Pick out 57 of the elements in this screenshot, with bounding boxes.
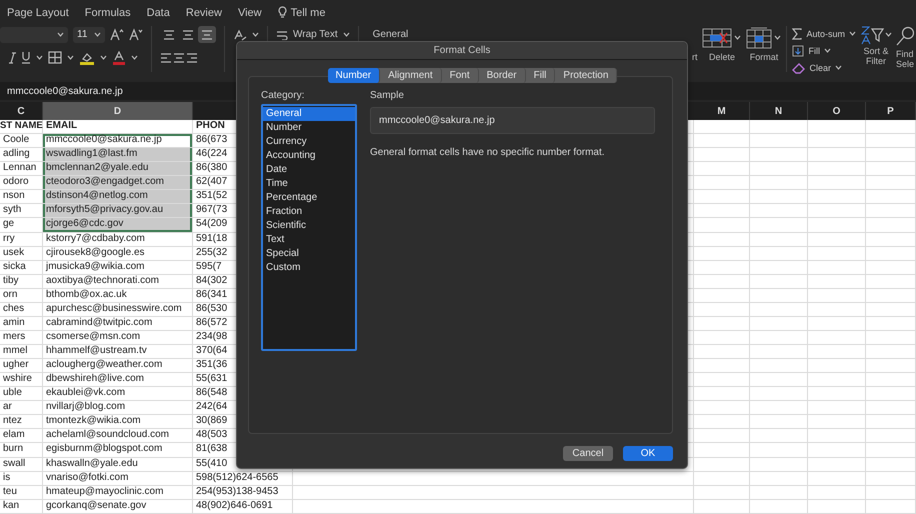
table-cell: apurchesc@businesswire.com [43,302,193,317]
table-cell: aoxtibya@technorati.com [43,274,193,289]
table-cell: uble [0,387,43,402]
table-cell: ches [0,302,43,317]
table-cell: usek [0,246,43,261]
table-cell: tiby [0,274,43,289]
table-cell: is [0,472,43,486]
table-cell: bmclennan2@yale.edu [43,162,193,176]
sample-preview: mmccoole0@sakura.ne.jp [370,107,655,134]
table-cell: csomerse@msn.com [43,330,193,345]
table-cell: 254(953)138-9453 [193,486,293,500]
table-cell: sicka [0,260,43,275]
table-cell: mers [0,330,43,345]
table-cell: orn [0,288,43,303]
table-cell: mforsyth5@privacy.gov.au [43,204,193,218]
table-cell: ugher [0,359,43,374]
table-cell: khaswalln@yale.edu [43,458,193,472]
table-cell: egisburnm@blogspot.com [43,443,193,458]
table-cell: hhammelf@ustream.tv [43,345,193,360]
table-cell: hmateup@mayoclinic.com [43,486,193,500]
sample-label: Sample [370,90,405,101]
table-cell: rry [0,232,43,247]
table-cell: vnariso@fotki.com [43,472,193,486]
table-cell: ar [0,401,43,416]
table-cell: mmccoole0@sakura.ne.jp [43,134,193,148]
table-cell: 598(512)624-6565 [193,472,293,486]
tell-me-label: Tell me [290,6,326,18]
category-label: Category: [261,90,306,101]
table-cell: gcorkanq@senate.gov [43,500,193,514]
table-cell: burn [0,443,43,458]
table-cell: cabramind@twitpic.com [43,316,193,331]
table-cell: tmontezk@wikia.com [43,415,193,430]
table-cell: amin [0,316,43,331]
table-cell: dbewshireh@live.com [43,373,193,388]
table-cell: kan [0,500,43,514]
table-cell: jmusicka9@wikia.com [43,260,193,275]
table-cell: elam [0,429,43,444]
table-cell: kstorry7@cdbaby.com [43,232,193,247]
table-cell: teu [0,486,43,500]
table-cell: aclougherg@weather.com [43,359,193,374]
dialog-title: Format Cells [237,42,687,60]
table-cell: ntez [0,415,43,430]
table-cell: cjorge6@cdc.gov [43,218,193,232]
table-cell: ekaublei@vk.com [43,387,193,402]
table-header: ST NAME [0,120,43,134]
table-cell: achelaml@soundcloud.com [43,429,193,444]
table-cell: nvillarj@blog.com [43,401,193,416]
table-cell: swall [0,458,43,472]
table-cell: wswadling1@last.fm [43,148,193,162]
table-cell: mmel [0,345,43,360]
table-cell: bthomb@ox.ac.uk [43,288,193,303]
table-cell: cteodoro3@engadget.com [43,176,193,190]
format-description: General format cells have no specific number format. [370,147,606,158]
table-cell: dstinson4@netlog.com [43,190,193,204]
table-cell: cjirousek8@google.es [43,246,193,261]
table-cell: wshire [0,373,43,388]
table-cell: 48(902)646-0691 [193,500,293,514]
